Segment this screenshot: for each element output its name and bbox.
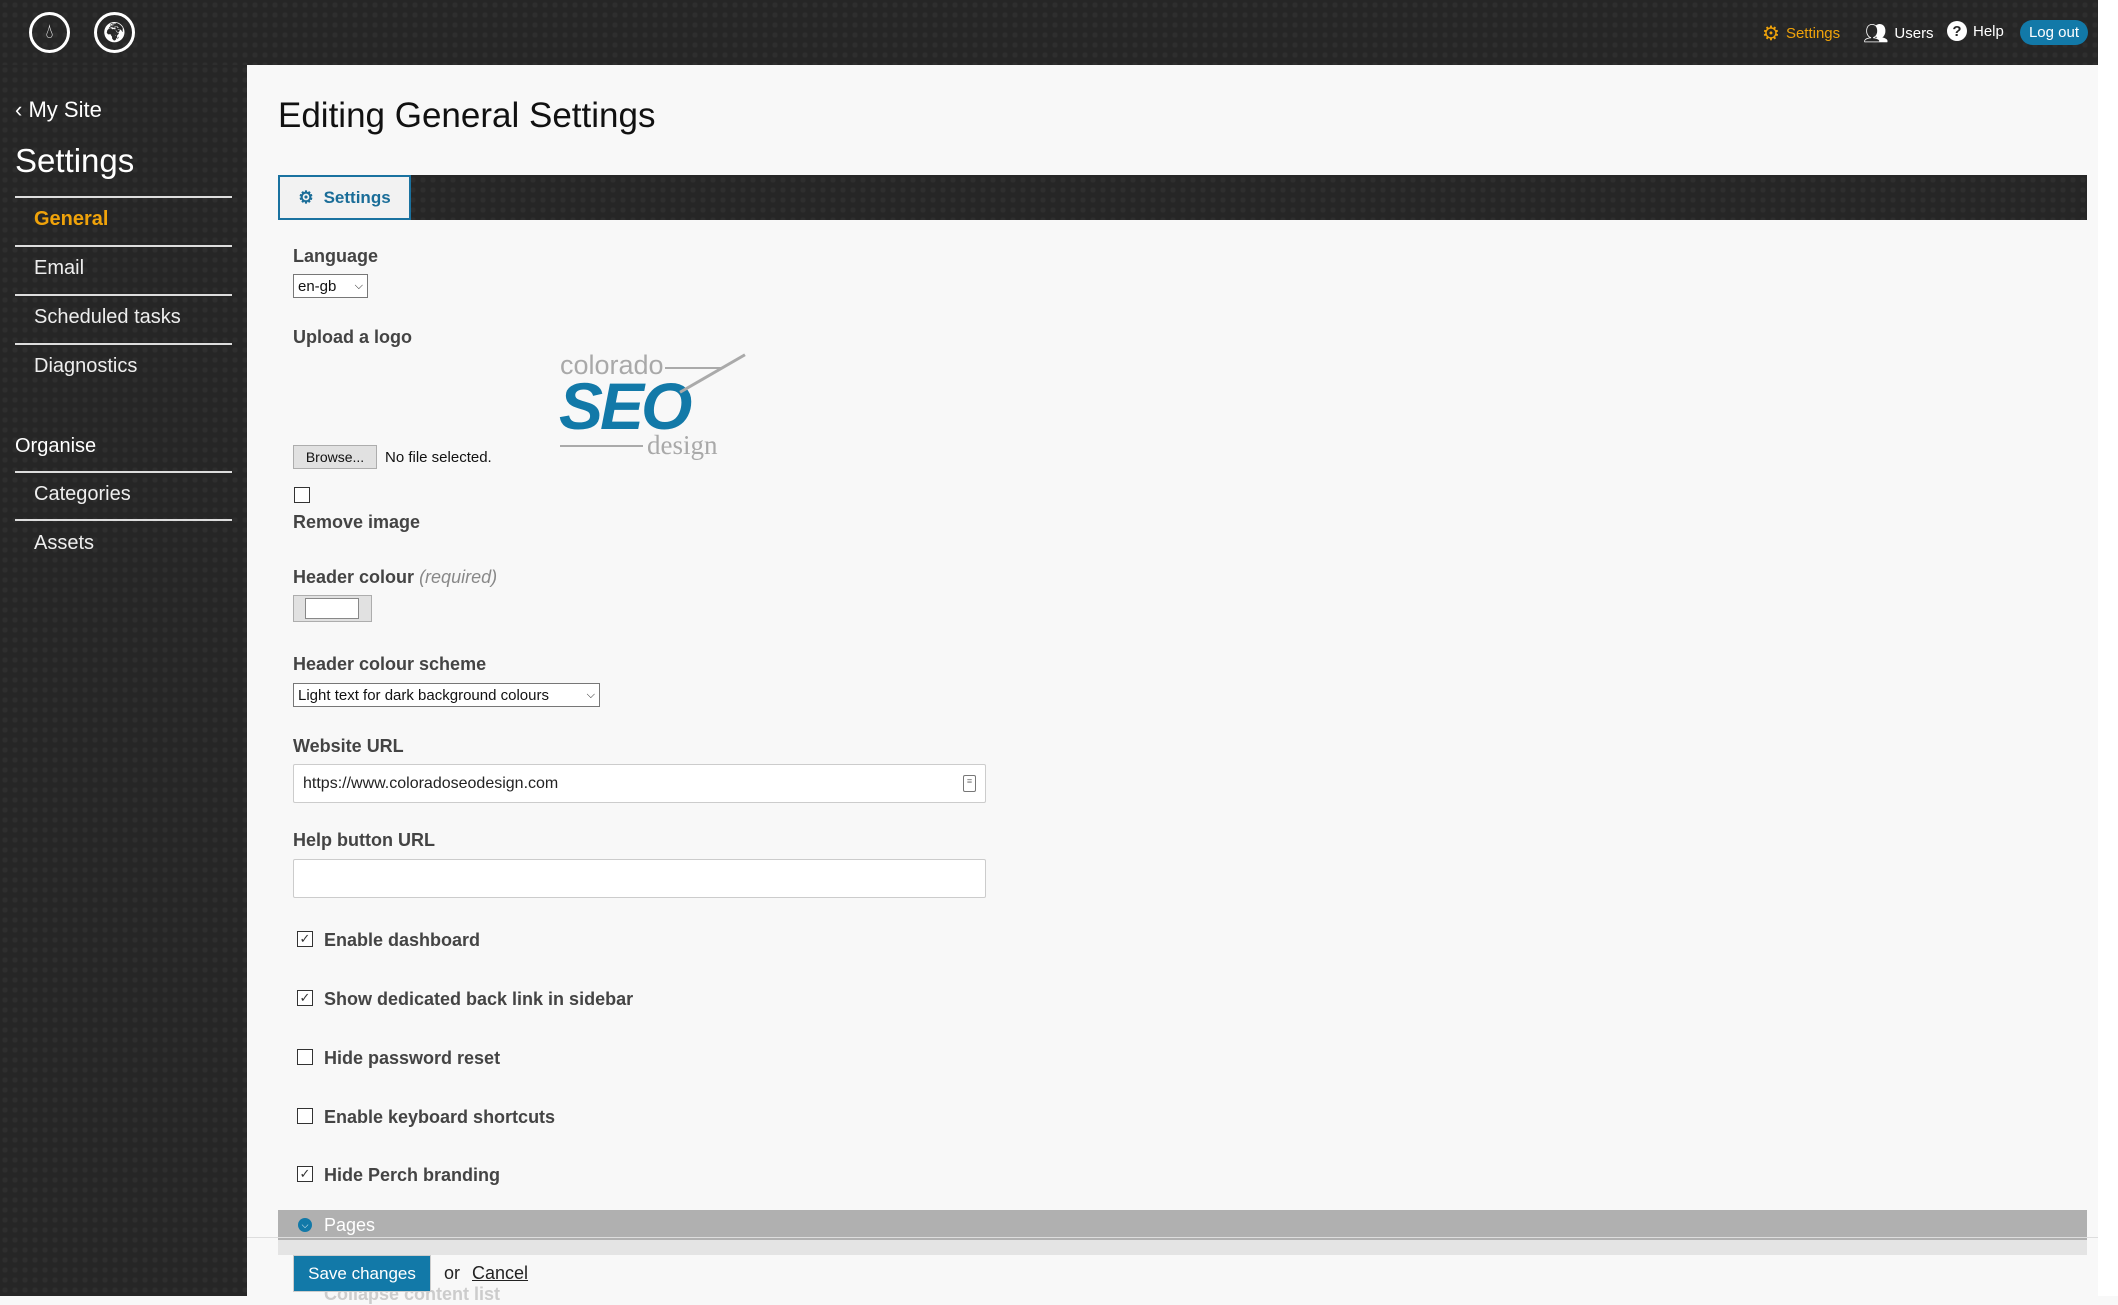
website-url-value: https://www.coloradoseodesign.com <box>303 774 559 792</box>
tab-settings-label: Settings <box>323 187 391 207</box>
file-status: No file selected. <box>385 449 492 466</box>
nav-users[interactable]: 👥︎ Users <box>1863 21 1934 46</box>
tab-bar: ⚙ Settings <box>278 175 2087 220</box>
sidebar-item-email[interactable]: Email <box>34 257 84 280</box>
enable-dashboard-checkbox[interactable]: ✓ <box>297 931 313 947</box>
remove-image-label: Remove image <box>293 512 421 532</box>
header-colour-picker[interactable] <box>293 595 372 622</box>
logo-preview: colorado SEO design <box>555 350 755 470</box>
back-link[interactable]: ‹ My Site <box>15 97 102 123</box>
chevron-down-icon: ⌵ <box>354 279 363 292</box>
chevron-down-icon: ⌵ <box>586 688 595 701</box>
required-note: (required) <box>419 567 498 587</box>
keyboard-shortcuts-label: Enable keyboard shortcuts <box>324 1107 556 1127</box>
website-url-label: Website URL <box>293 736 404 756</box>
gear-icon: ⚙ <box>1762 23 1780 45</box>
pages-section-header[interactable]: ⌵ Pages <box>278 1210 2087 1240</box>
divider <box>15 294 232 296</box>
gear-icon: ⚙ <box>298 187 314 207</box>
footer-divider <box>247 1237 2098 1238</box>
question-circle-icon: ? <box>1947 21 1967 41</box>
back-link-label: My Site <box>28 97 102 122</box>
save-changes-button[interactable]: Save changes <box>293 1255 431 1292</box>
help-url-label: Help button URL <box>293 830 435 850</box>
website-url-input[interactable]: https://www.coloradoseodesign.com ≡ <box>293 764 986 803</box>
keyboard-shortcuts-checkbox[interactable] <box>297 1108 313 1124</box>
nav-settings[interactable]: ⚙ Settings <box>1762 21 1840 46</box>
tab-settings[interactable]: ⚙ Settings <box>278 175 411 220</box>
right-strip <box>2098 0 2118 1296</box>
language-select[interactable]: en-gb ⌵ <box>293 274 368 298</box>
header-colour-label: Header colour (required) <box>293 567 497 588</box>
sidebar-item-general[interactable]: General <box>34 208 108 231</box>
users-icon: 👥︎ <box>1863 23 1889 45</box>
clipboard-icon[interactable]: ≡ <box>963 775 976 792</box>
divider <box>15 519 232 521</box>
cancel-link[interactable]: Cancel <box>472 1263 528 1284</box>
logout-button[interactable]: Log out <box>2020 20 2088 45</box>
hide-branding-label: Hide Perch branding <box>324 1165 501 1185</box>
nav-users-label: Users <box>1894 25 1934 42</box>
hide-branding-checkbox[interactable]: ✓ <box>297 1166 313 1182</box>
globe-icon[interactable]: 🌍︎ <box>94 12 135 53</box>
header-colour-text: Header colour <box>293 567 415 587</box>
scheme-label: Header colour scheme <box>293 654 487 674</box>
enable-dashboard-label: Enable dashboard <box>324 930 481 950</box>
back-link-checkbox[interactable]: ✓ <box>297 990 313 1006</box>
divider <box>15 343 232 345</box>
remove-image-checkbox[interactable] <box>294 487 310 503</box>
sidebar-item-scheduled-tasks[interactable]: Scheduled tasks <box>34 306 181 329</box>
language-label: Language <box>293 246 379 266</box>
scheme-select[interactable]: Light text for dark background colours ⌵ <box>293 683 600 707</box>
browse-button[interactable]: Browse... <box>293 445 377 469</box>
dashboard-gauge-icon[interactable]: 💧︎ <box>29 12 70 53</box>
nav-settings-label: Settings <box>1785 25 1841 42</box>
divider <box>15 245 232 247</box>
sidebar-item-diagnostics[interactable]: Diagnostics <box>34 355 137 378</box>
language-value: en-gb <box>298 277 337 295</box>
sidebar-item-assets[interactable]: Assets <box>34 532 94 555</box>
scheme-value: Light text for dark background colours <box>298 686 549 704</box>
sidebar-item-categories[interactable]: Categories <box>34 483 131 506</box>
hide-password-reset-label: Hide password reset <box>324 1048 501 1068</box>
chevron-down-icon: ⌵ <box>298 1218 312 1232</box>
pages-section-label: Pages <box>324 1214 376 1235</box>
back-link-label: Show dedicated back link in sidebar <box>324 989 634 1009</box>
footer-band <box>278 1240 2087 1255</box>
page-title: Editing General Settings <box>278 96 656 135</box>
nav-help[interactable]: ? Help <box>1947 21 2004 41</box>
hide-password-reset-checkbox[interactable] <box>297 1049 313 1065</box>
or-text: or <box>444 1263 461 1283</box>
upload-logo-label: Upload a logo <box>293 327 412 347</box>
nav-help-label: Help <box>1973 22 2004 40</box>
sidebar-title: Settings <box>15 142 135 179</box>
logo-text-bottom: design <box>647 430 718 460</box>
colour-swatch <box>305 598 359 619</box>
help-url-input[interactable] <box>293 859 986 898</box>
logo-line <box>560 445 643 447</box>
sidebar: ‹ My Site Settings General Email Schedul… <box>0 65 247 1296</box>
sidebar-section-organise: Organise <box>15 435 97 457</box>
divider <box>15 471 232 473</box>
divider <box>15 196 232 198</box>
top-bar: 💧︎ 🌍︎ ⚙ Settings 👥︎ Users ? Help Log out <box>0 0 2098 65</box>
